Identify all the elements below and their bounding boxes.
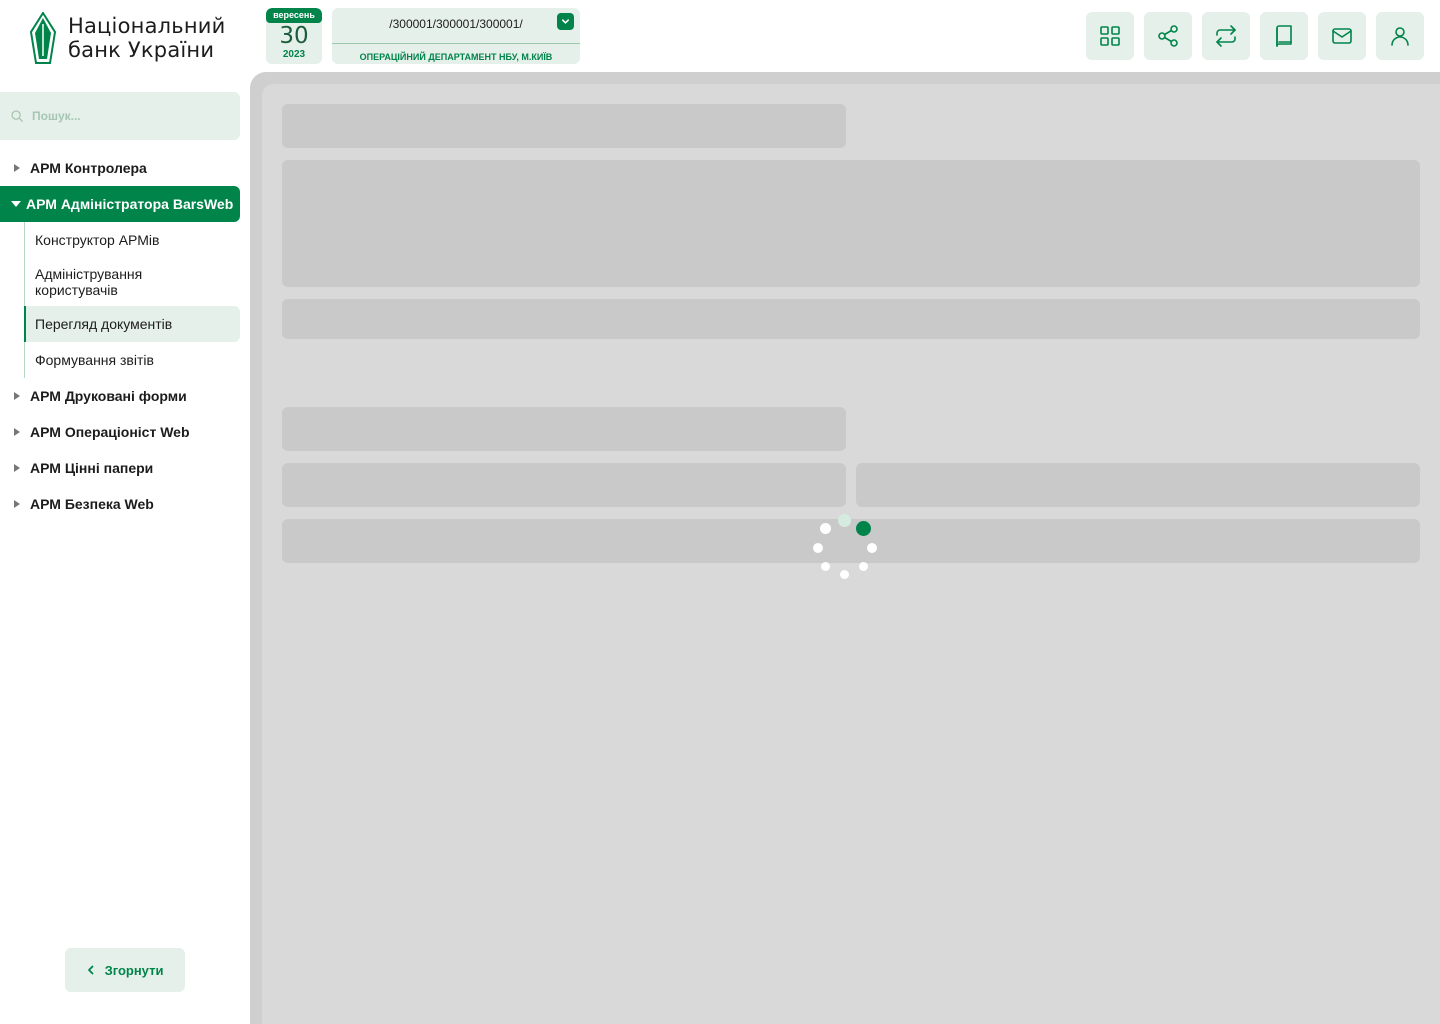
exchange-icon [1216,25,1236,47]
search-icon [11,110,23,122]
sidebar-item-securities[interactable]: АРМ Цінні папери [0,450,240,486]
submenu-item-label: Формування звітів [35,352,154,368]
collapse-sidebar-button[interactable]: Згорнути [65,948,185,992]
sidebar-item-admin-barsweb[interactable]: АРМ Адміністратора BarsWeb [0,186,240,222]
user-button[interactable] [1376,12,1424,60]
logo-line-1: Національний [68,14,226,38]
sidebar-item-label: АРМ Безпека Web [30,496,154,512]
sidebar-item-print-forms[interactable]: АРМ Друковані форми [0,378,240,414]
submenu-item-view-documents[interactable]: Перегляд документів [24,306,240,342]
spinner-dot [859,562,868,571]
sidebar-item-label: АРМ Адміністратора BarsWeb [26,196,234,212]
sidebar-item-operator-web[interactable]: АРМ Операціоніст Web [0,414,240,450]
logo-text: Національний банк України [68,14,225,62]
collapse-label: Згорнути [104,962,164,978]
sidebar-item-label: АРМ Цінні папери [30,460,154,476]
mail-button[interactable] [1318,12,1366,60]
caret-right-icon [14,392,20,400]
app-window: Національний банк України вересень 30 20… [0,0,1440,1024]
submenu-admin-barsweb: Конструктор АРМів Адміністрування корист… [24,222,240,378]
skeleton-bar [282,299,1420,339]
sidebar-item-controller[interactable]: АРМ Контролера [0,150,240,186]
sidebar-item-label: АРМ Друковані форми [30,388,187,404]
spinner-dot [820,523,831,534]
caret-right-icon [14,164,20,172]
submenu-item-label: Перегляд документів [35,316,173,332]
book-button[interactable] [1260,12,1308,60]
submenu-item-reports[interactable]: Формування звітів [25,342,240,378]
skeleton-title [282,104,846,148]
exchange-button[interactable] [1202,12,1250,60]
spinner-dot [867,543,877,553]
caret-right-icon [14,428,20,436]
caret-right-icon [14,464,20,472]
branch-selector[interactable]: /300001/300001/300001/ ОПЕРАЦІЙНИЙ ДЕПАР… [332,8,580,64]
skeleton-subtitle [282,407,846,451]
nbu-logo[interactable]: Національний банк України [28,12,225,64]
bank-date[interactable]: вересень 30 2023 [266,8,322,64]
skeleton-field [282,463,846,507]
sidebar-search [0,92,240,140]
grid-icon [1100,26,1120,46]
user-icon [1391,27,1409,46]
chevron-left-icon [87,965,93,975]
skeleton-row [282,519,1420,563]
grid-button[interactable] [1086,12,1134,60]
spinner-dot [856,521,871,536]
spinner-dot [838,514,851,527]
date-month: вересень [266,8,322,23]
search-input[interactable] [32,109,212,123]
sidebar-item-label: АРМ Контролера [30,160,147,176]
submenu-item-user-admin[interactable]: Адміністрування користувачів [25,258,240,306]
branch-code: /300001/300001/300001/ [389,17,523,31]
spinner-dot [813,543,823,553]
date-year: 2023 [282,49,306,60]
top-toolbar [1086,12,1424,60]
skeleton-block [282,160,1420,287]
sidebar-item-security-web[interactable]: АРМ Безпека Web [0,486,240,522]
share-icon [1158,25,1178,47]
branch-name: ОПЕРАЦІЙНИЙ ДЕПАРТАМЕНТ НБУ, М.КИЇВ [359,52,553,62]
submenu-item-label: Конструктор АРМів [35,232,160,248]
share-button[interactable] [1144,12,1192,60]
book-icon [1276,25,1292,47]
caret-down-icon [11,201,21,207]
submenu-item-arm-constructor[interactable]: Конструктор АРМів [25,222,240,258]
submenu-item-label: Адміністрування користувачів [35,266,143,298]
skeleton-field [856,463,1420,507]
sidebar-item-label: АРМ Операціоніст Web [30,424,190,440]
logo-line-2: банк України [68,38,215,62]
sidebar-menu: АРМ Контролера АРМ Адміністратора BarsWe… [0,150,240,522]
nbu-emblem-icon [29,12,57,64]
caret-right-icon [14,500,20,508]
mail-icon [1332,28,1352,44]
chevron-down-icon[interactable] [557,13,574,30]
date-day: 30 [279,23,309,49]
spinner-dot [821,562,830,571]
spinner-dot [840,570,849,579]
main-content-loading [262,84,1440,1024]
